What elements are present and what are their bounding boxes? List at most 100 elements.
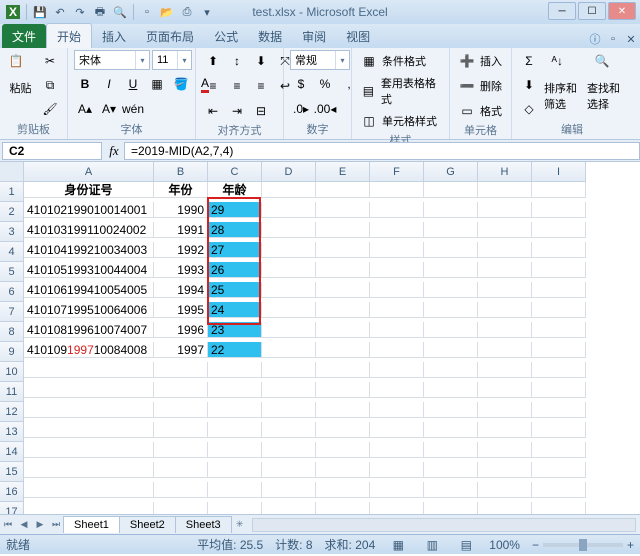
tab-file[interactable]: 文件 (2, 24, 46, 48)
undo-icon[interactable]: ↶ (51, 3, 69, 21)
cell-G8[interactable] (424, 322, 478, 338)
row-header-8[interactable]: 8 (0, 322, 24, 342)
cell-I13[interactable] (532, 422, 586, 438)
cell-D2[interactable] (262, 202, 316, 218)
cell-I17[interactable] (532, 502, 586, 514)
cell-C9[interactable]: 22 (208, 342, 262, 358)
quickprint-icon[interactable]: ⎙ (178, 3, 196, 21)
format-cells-button[interactable]: ▭格式 (456, 100, 502, 122)
zoom-slider[interactable] (543, 543, 623, 547)
cell-A8[interactable]: 410108199610074007 (24, 322, 154, 338)
cell-C5[interactable]: 26 (208, 262, 262, 278)
bold-button[interactable]: B (74, 73, 96, 95)
tab-nav-last[interactable]: ⏭ (48, 517, 64, 533)
cell-C8[interactable]: 23 (208, 322, 262, 338)
number-format-combo[interactable]: ▾ (290, 50, 350, 70)
cell-B8[interactable]: 1996 (154, 322, 208, 338)
tab-nav-prev[interactable]: ◀ (16, 517, 32, 533)
cell-H8[interactable] (478, 322, 532, 338)
row-header-11[interactable]: 11 (0, 382, 24, 402)
cell-H1[interactable] (478, 182, 532, 198)
cell-C6[interactable]: 25 (208, 282, 262, 298)
cell-F9[interactable] (370, 342, 424, 358)
qat-more-icon[interactable]: ▾ (198, 3, 216, 21)
close-button[interactable]: ✕ (608, 2, 636, 20)
italic-button[interactable]: I (98, 73, 120, 95)
cell-C7[interactable]: 24 (208, 302, 262, 318)
cell-B12[interactable] (154, 402, 208, 418)
cell-D10[interactable] (262, 362, 316, 378)
cell-I7[interactable] (532, 302, 586, 318)
cell-A6[interactable]: 410106199410054005 (24, 282, 154, 298)
row-header-3[interactable]: 3 (0, 222, 24, 242)
inc-dec-icon[interactable]: .0▸ (290, 98, 312, 120)
cell-E5[interactable] (316, 262, 370, 278)
col-header-G[interactable]: G (424, 162, 478, 182)
cell-F10[interactable] (370, 362, 424, 378)
percent-icon[interactable]: % (314, 73, 336, 95)
cell-A2[interactable]: 410102199010014001 (24, 202, 154, 218)
row-header-12[interactable]: 12 (0, 402, 24, 422)
cell-A16[interactable] (24, 482, 154, 498)
view-layout-icon[interactable]: ▥ (421, 534, 443, 556)
tab-insert[interactable]: 插入 (92, 24, 136, 48)
cell-F13[interactable] (370, 422, 424, 438)
tab-nav-next[interactable]: ▶ (32, 517, 48, 533)
cell-D6[interactable] (262, 282, 316, 298)
cell-F17[interactable] (370, 502, 424, 514)
zoom-out-button[interactable]: − (532, 538, 539, 552)
cell-H5[interactable] (478, 262, 532, 278)
view-normal-icon[interactable]: ▦ (387, 534, 409, 556)
cell-D7[interactable] (262, 302, 316, 318)
col-header-B[interactable]: B (154, 162, 208, 182)
align-mid-icon[interactable]: ↕ (226, 50, 248, 72)
cell-A7[interactable]: 410107199510064006 (24, 302, 154, 318)
tab-data[interactable]: 数据 (248, 24, 292, 48)
formula-bar[interactable]: =2019-MID(A2,7,4) (124, 142, 640, 160)
view-break-icon[interactable]: ▤ (455, 534, 477, 556)
row-header-6[interactable]: 6 (0, 282, 24, 302)
cell-A13[interactable] (24, 422, 154, 438)
cell-H16[interactable] (478, 482, 532, 498)
cell-D9[interactable] (262, 342, 316, 358)
cell-I5[interactable] (532, 262, 586, 278)
cell-G12[interactable] (424, 402, 478, 418)
cell-F6[interactable] (370, 282, 424, 298)
cell-E6[interactable] (316, 282, 370, 298)
cell-H9[interactable] (478, 342, 532, 358)
open-icon[interactable]: 📂 (158, 3, 176, 21)
cell-E17[interactable] (316, 502, 370, 514)
row-header-2[interactable]: 2 (0, 202, 24, 222)
cell-H3[interactable] (478, 222, 532, 238)
cell-D3[interactable] (262, 222, 316, 238)
cell-E10[interactable] (316, 362, 370, 378)
cell-H6[interactable] (478, 282, 532, 298)
row-header-15[interactable]: 15 (0, 462, 24, 482)
cell-B7[interactable]: 1995 (154, 302, 208, 318)
cell-D11[interactable] (262, 382, 316, 398)
outdent-icon[interactable]: ⇤ (202, 100, 224, 122)
cell-I4[interactable] (532, 242, 586, 258)
ribbon-min-icon[interactable]: ▫ (604, 30, 622, 48)
cell-C13[interactable] (208, 422, 262, 438)
cell-A12[interactable] (24, 402, 154, 418)
cell-styles-button[interactable]: ◫单元格样式 (358, 110, 437, 132)
cell-B10[interactable] (154, 362, 208, 378)
cell-B16[interactable] (154, 482, 208, 498)
cell-F8[interactable] (370, 322, 424, 338)
fillcolor-button[interactable]: 🪣 (170, 73, 192, 95)
zoom-in-button[interactable]: + (627, 538, 634, 552)
tab-view[interactable]: 视图 (336, 24, 380, 48)
row-header-17[interactable]: 17 (0, 502, 24, 514)
tab-review[interactable]: 审阅 (292, 24, 336, 48)
currency-icon[interactable]: $ (290, 73, 312, 95)
cell-I10[interactable] (532, 362, 586, 378)
cell-E3[interactable] (316, 222, 370, 238)
cell-E8[interactable] (316, 322, 370, 338)
help-icon[interactable]: ⓘ (586, 30, 604, 48)
tab-formulas[interactable]: 公式 (204, 24, 248, 48)
align-top-icon[interactable]: ⬆ (202, 50, 224, 72)
fx-button[interactable]: fx (104, 142, 124, 160)
preview-icon[interactable]: 🔍 (111, 3, 129, 21)
cut-icon[interactable]: ✂ (39, 50, 61, 72)
